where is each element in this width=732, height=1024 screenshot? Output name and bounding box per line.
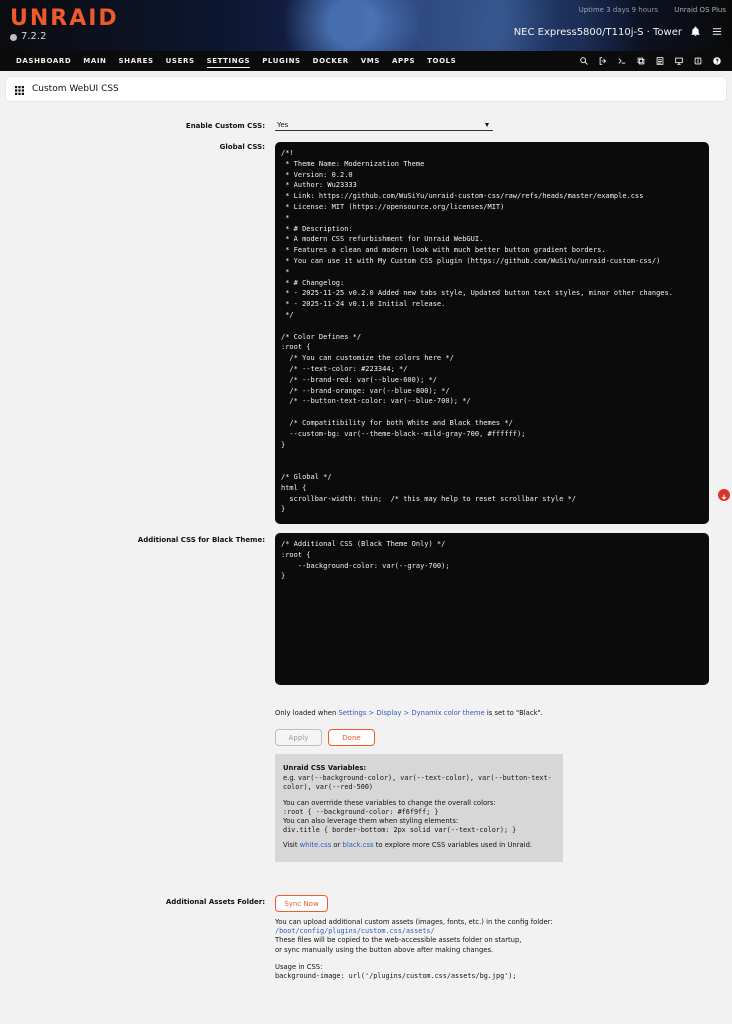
- settings-form: Enable Custom CSS: Yes Global CSS: /*! *…: [6, 101, 730, 1021]
- css-variables-example-code-2: color), var(--red-500): [283, 783, 374, 792]
- section-header: Custom WebUI CSS: [6, 77, 726, 101]
- assets-help-gap: [275, 955, 705, 963]
- nav-settings[interactable]: SETTINGS: [201, 51, 257, 71]
- nav-shares[interactable]: SHARES: [113, 51, 160, 71]
- nav-tools[interactable]: TOOLS: [421, 51, 462, 71]
- uptime-text: Uptime 3 days 9 hours: [578, 6, 658, 14]
- nav-main[interactable]: MAIN: [77, 51, 112, 71]
- top-header: UNRAID 7.2.2 Uptime 3 days 9 hours Unrai…: [0, 0, 732, 51]
- white-css-link[interactable]: white.css: [300, 841, 332, 849]
- black-theme-note-prefix: Only loaded when: [275, 709, 337, 717]
- unraid-logo[interactable]: UNRAID: [10, 8, 119, 30]
- css-variables-help: Unraid CSS Variables: e.g. var(--backgro…: [275, 754, 563, 862]
- version-dot-icon: [10, 33, 17, 41]
- version-text: 7.2.2: [21, 31, 47, 42]
- down-arrow-icon: [720, 486, 728, 505]
- notes-icon[interactable]: [655, 56, 665, 66]
- help-icon[interactable]: [712, 56, 722, 66]
- additional-css-black-label: Additional CSS for Black Theme:: [137, 536, 265, 544]
- enable-custom-css-select[interactable]: Yes: [275, 119, 493, 131]
- global-css-label: Global CSS:: [219, 143, 265, 151]
- css-variables-example-line-1: e.g. var(--background-color), var(--text…: [283, 774, 555, 783]
- terminal-icon[interactable]: [617, 56, 627, 66]
- main-content: Custom WebUI CSS Enable Custom CSS: Yes …: [0, 71, 732, 1021]
- version-indicator[interactable]: 7.2.2: [10, 32, 119, 42]
- black-theme-note-suffix: is set to "Black".: [486, 709, 543, 717]
- apply-button[interactable]: Apply: [275, 729, 322, 746]
- sync-now-button[interactable]: Sync Now: [275, 895, 328, 912]
- monitor-icon[interactable]: [674, 56, 684, 66]
- bell-icon[interactable]: [690, 26, 701, 37]
- css-variables-title: Unraid CSS Variables:: [283, 764, 367, 772]
- primary-nav: DASHBOARD MAIN SHARES USERS SETTINGS PLU…: [0, 51, 732, 71]
- os-label: Unraid OS Plus: [674, 6, 726, 14]
- server-identity: NEC Express5800/T110j-S · Tower: [514, 27, 682, 38]
- css-variables-example-code-1: var(--background-color), var(--text-colo…: [298, 774, 552, 783]
- css-variables-override-text: You can overrride these variables to cha…: [283, 798, 496, 807]
- done-button[interactable]: Done: [328, 729, 375, 746]
- assets-help-path[interactable]: /boot/config/plugins/custom.css/assets/: [275, 927, 705, 936]
- assets-help: You can upload additional custom assets …: [275, 918, 705, 981]
- scroll-down-button[interactable]: [718, 489, 730, 501]
- brand: UNRAID 7.2.2: [10, 8, 119, 42]
- server-separator: ·: [646, 27, 650, 38]
- nav-actions: [579, 56, 722, 66]
- assets-usage-label: Usage in CSS:: [275, 962, 323, 971]
- assets-help-line-3: or sync manually using the button above …: [275, 945, 494, 954]
- logout-icon[interactable]: [598, 56, 608, 66]
- black-theme-note: Only loaded when Settings > Display > Dy…: [275, 709, 543, 717]
- additional-assets-label: Additional Assets Folder:: [165, 898, 265, 906]
- nav-plugins[interactable]: PLUGINS: [256, 51, 306, 71]
- chevron-down-icon: [485, 122, 489, 127]
- css-variables-example-prefix: e.g.: [283, 774, 296, 783]
- enable-custom-css-value: Yes: [277, 120, 289, 129]
- server-model: NEC Express5800/T110j-S: [513, 27, 644, 38]
- nav-docker[interactable]: DOCKER: [307, 51, 355, 71]
- header-actions: [690, 26, 723, 37]
- css-variables-override-code: :root { --background-color: #f6f9ff; }: [283, 807, 439, 816]
- menu-icon[interactable]: [711, 26, 723, 37]
- copy-icon[interactable]: [636, 56, 646, 66]
- assets-usage-code: background-image: url('/plugins/custom.c…: [275, 972, 517, 981]
- search-icon[interactable]: [579, 56, 589, 66]
- css-variables-leverage-text: You can also leverage them when styling …: [283, 817, 459, 826]
- server-name: Tower: [653, 27, 682, 38]
- grid-icon: [15, 80, 24, 99]
- info-icon[interactable]: [693, 56, 703, 66]
- black-theme-note-path-link[interactable]: Settings > Display > Dynamix color theme: [338, 709, 484, 717]
- nav-apps[interactable]: APPS: [386, 51, 421, 71]
- enable-custom-css-label: Enable Custom CSS:: [185, 122, 265, 130]
- nav-vms[interactable]: VMS: [355, 51, 386, 71]
- nav-users[interactable]: USERS: [160, 51, 201, 71]
- css-variables-visit-line: Visit white.css or black.css to explore …: [283, 841, 555, 850]
- css-variables-visit-suffix: to explore more CSS variables used in Un…: [375, 841, 533, 850]
- css-variables-visit-prefix: Visit: [283, 841, 298, 850]
- additional-css-black-editor[interactable]: /* Additional CSS (Black Theme Only) */ …: [275, 533, 709, 685]
- black-css-link[interactable]: black.css: [343, 841, 374, 849]
- nav-dashboard[interactable]: DASHBOARD: [10, 51, 77, 71]
- css-variables-leverage-code: div.title { border-bottom: 2px solid var…: [283, 826, 517, 835]
- assets-help-line-1: You can upload additional custom assets …: [275, 918, 553, 926]
- assets-help-line-2: These files will be copied to the web-ac…: [275, 936, 522, 945]
- nav-tabs: DASHBOARD MAIN SHARES USERS SETTINGS PLU…: [10, 51, 462, 71]
- css-variables-or: or: [333, 841, 341, 850]
- page-title: Custom WebUI CSS: [32, 84, 119, 94]
- global-css-editor[interactable]: /*! * Theme Name: Modernization Theme * …: [275, 142, 709, 524]
